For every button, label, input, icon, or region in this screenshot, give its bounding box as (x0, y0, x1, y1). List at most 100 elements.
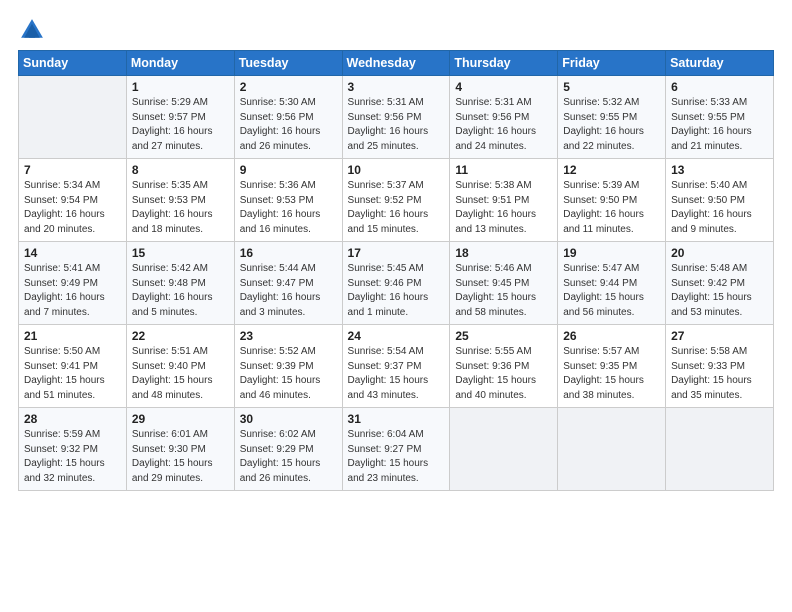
weekday-header: Tuesday (234, 51, 342, 76)
cell-text: Sunrise: 5:29 AM Sunset: 9:57 PM Dayligh… (132, 96, 230, 154)
calendar-cell (450, 408, 558, 491)
cell-text: Sunrise: 5:54 AM Sunset: 9:37 PM Dayligh… (348, 345, 446, 403)
day-number: 1 (132, 80, 230, 94)
cell-text: Sunrise: 5:31 AM Sunset: 9:56 PM Dayligh… (348, 96, 446, 154)
calendar-cell: 9Sunrise: 5:36 AM Sunset: 9:53 PM Daylig… (234, 159, 342, 242)
header (18, 16, 774, 44)
calendar-cell: 13Sunrise: 5:40 AM Sunset: 9:50 PM Dayli… (666, 159, 774, 242)
cell-text: Sunrise: 5:57 AM Sunset: 9:35 PM Dayligh… (563, 345, 661, 403)
day-number: 18 (455, 246, 553, 260)
day-number: 21 (24, 329, 122, 343)
calendar-cell: 5Sunrise: 5:32 AM Sunset: 9:55 PM Daylig… (558, 76, 666, 159)
day-number: 14 (24, 246, 122, 260)
cell-text: Sunrise: 5:50 AM Sunset: 9:41 PM Dayligh… (24, 345, 122, 403)
calendar-cell: 7 Sunrise: 5:34 AM Sunset: 9:54 PM Daylig… (19, 159, 127, 242)
calendar-week-row: 28 Sunrise: 5:59 AM Sunset: 9:32 PM Dayli… (19, 408, 774, 491)
calendar-week-row: 7 Sunrise: 5:34 AM Sunset: 9:54 PM Daylig… (19, 159, 774, 242)
cell-text: Sunrise: 5:34 AM Sunset: 9:54 PM Dayligh… (24, 179, 122, 237)
calendar-cell: 10 Sunrise: 5:37 AM Sunset: 9:52 PM Dayli… (342, 159, 450, 242)
calendar-cell: 20Sunrise: 5:48 AM Sunset: 9:42 PM Dayli… (666, 242, 774, 325)
cell-text: Sunrise: 5:51 AM Sunset: 9:40 PM Dayligh… (132, 345, 230, 403)
weekday-header: Friday (558, 51, 666, 76)
cell-text: Sunrise: 5:52 AM Sunset: 9:39 PM Dayligh… (240, 345, 338, 403)
logo (18, 16, 48, 44)
cell-text: Sunrise: 5:42 AM Sunset: 9:48 PM Dayligh… (132, 262, 230, 320)
day-number: 27 (671, 329, 769, 343)
calendar-cell: 18 Sunrise: 5:46 AM Sunset: 9:45 PM Dayli… (450, 242, 558, 325)
cell-text: Sunrise: 6:04 AM Sunset: 9:27 PM Dayligh… (348, 428, 446, 486)
day-number: 11 (455, 163, 553, 177)
day-number: 10 (348, 163, 446, 177)
calendar-week-row: 21 Sunrise: 5:50 AM Sunset: 9:41 PM Dayli… (19, 325, 774, 408)
weekday-header: Monday (126, 51, 234, 76)
day-number: 22 (132, 329, 230, 343)
day-number: 6 (671, 80, 769, 94)
day-number: 5 (563, 80, 661, 94)
day-number: 15 (132, 246, 230, 260)
calendar-body: 1 Sunrise: 5:29 AM Sunset: 9:57 PM Daylig… (19, 76, 774, 491)
day-number: 3 (348, 80, 446, 94)
cell-text: Sunrise: 5:48 AM Sunset: 9:42 PM Dayligh… (671, 262, 769, 320)
calendar-cell: 16 Sunrise: 5:44 AM Sunset: 9:47 PM Dayli… (234, 242, 342, 325)
calendar-cell: 28 Sunrise: 5:59 AM Sunset: 9:32 PM Dayli… (19, 408, 127, 491)
calendar-cell: 12 Sunrise: 5:39 AM Sunset: 9:50 PM Dayli… (558, 159, 666, 242)
weekday-header: Sunday (19, 51, 127, 76)
calendar-week-row: 14Sunrise: 5:41 AM Sunset: 9:49 PM Dayli… (19, 242, 774, 325)
day-number: 9 (240, 163, 338, 177)
cell-text: Sunrise: 5:47 AM Sunset: 9:44 PM Dayligh… (563, 262, 661, 320)
calendar-cell (19, 76, 127, 159)
day-number: 24 (348, 329, 446, 343)
day-number: 8 (132, 163, 230, 177)
calendar-cell: 3 Sunrise: 5:31 AM Sunset: 9:56 PM Daylig… (342, 76, 450, 159)
calendar-cell: 11 Sunrise: 5:38 AM Sunset: 9:51 PM Dayli… (450, 159, 558, 242)
calendar-cell (666, 408, 774, 491)
calendar-cell: 8 Sunrise: 5:35 AM Sunset: 9:53 PM Daylig… (126, 159, 234, 242)
calendar-week-row: 1 Sunrise: 5:29 AM Sunset: 9:57 PM Daylig… (19, 76, 774, 159)
logo-icon (18, 16, 46, 44)
day-number: 7 (24, 163, 122, 177)
calendar-cell: 4 Sunrise: 5:31 AM Sunset: 9:56 PM Daylig… (450, 76, 558, 159)
cell-text: Sunrise: 5:58 AM Sunset: 9:33 PM Dayligh… (671, 345, 769, 403)
calendar-cell: 2 Sunrise: 5:30 AM Sunset: 9:56 PM Daylig… (234, 76, 342, 159)
cell-text: Sunrise: 5:35 AM Sunset: 9:53 PM Dayligh… (132, 179, 230, 237)
calendar-cell: 6Sunrise: 5:33 AM Sunset: 9:55 PM Daylig… (666, 76, 774, 159)
calendar-cell: 26 Sunrise: 5:57 AM Sunset: 9:35 PM Dayli… (558, 325, 666, 408)
day-number: 16 (240, 246, 338, 260)
day-number: 2 (240, 80, 338, 94)
cell-text: Sunrise: 5:44 AM Sunset: 9:47 PM Dayligh… (240, 262, 338, 320)
day-number: 13 (671, 163, 769, 177)
cell-text: Sunrise: 5:59 AM Sunset: 9:32 PM Dayligh… (24, 428, 122, 486)
cell-text: Sunrise: 5:45 AM Sunset: 9:46 PM Dayligh… (348, 262, 446, 320)
calendar-cell: 31 Sunrise: 6:04 AM Sunset: 9:27 PM Dayli… (342, 408, 450, 491)
day-number: 28 (24, 412, 122, 426)
cell-text: Sunrise: 5:30 AM Sunset: 9:56 PM Dayligh… (240, 96, 338, 154)
day-number: 12 (563, 163, 661, 177)
cell-text: Sunrise: 5:31 AM Sunset: 9:56 PM Dayligh… (455, 96, 553, 154)
calendar-cell: 27 Sunrise: 5:58 AM Sunset: 9:33 PM Dayli… (666, 325, 774, 408)
day-number: 26 (563, 329, 661, 343)
calendar-cell (558, 408, 666, 491)
calendar-cell: 21 Sunrise: 5:50 AM Sunset: 9:41 PM Dayli… (19, 325, 127, 408)
day-number: 19 (563, 246, 661, 260)
cell-text: Sunrise: 5:38 AM Sunset: 9:51 PM Dayligh… (455, 179, 553, 237)
day-number: 4 (455, 80, 553, 94)
cell-text: Sunrise: 5:39 AM Sunset: 9:50 PM Dayligh… (563, 179, 661, 237)
calendar-header-row: SundayMondayTuesdayWednesdayThursdayFrid… (19, 51, 774, 76)
calendar-cell: 17Sunrise: 5:45 AM Sunset: 9:46 PM Dayli… (342, 242, 450, 325)
calendar-cell: 1 Sunrise: 5:29 AM Sunset: 9:57 PM Daylig… (126, 76, 234, 159)
cell-text: Sunrise: 5:46 AM Sunset: 9:45 PM Dayligh… (455, 262, 553, 320)
page: SundayMondayTuesdayWednesdayThursdayFrid… (0, 0, 792, 501)
calendar-cell: 22 Sunrise: 5:51 AM Sunset: 9:40 PM Dayli… (126, 325, 234, 408)
weekday-header: Wednesday (342, 51, 450, 76)
calendar-cell: 19 Sunrise: 5:47 AM Sunset: 9:44 PM Dayli… (558, 242, 666, 325)
day-number: 31 (348, 412, 446, 426)
day-number: 25 (455, 329, 553, 343)
day-number: 29 (132, 412, 230, 426)
weekday-header: Saturday (666, 51, 774, 76)
calendar-cell: 25 Sunrise: 5:55 AM Sunset: 9:36 PM Dayli… (450, 325, 558, 408)
cell-text: Sunrise: 5:37 AM Sunset: 9:52 PM Dayligh… (348, 179, 446, 237)
calendar-cell: 30Sunrise: 6:02 AM Sunset: 9:29 PM Dayli… (234, 408, 342, 491)
day-number: 30 (240, 412, 338, 426)
cell-text: Sunrise: 5:55 AM Sunset: 9:36 PM Dayligh… (455, 345, 553, 403)
calendar-cell: 24 Sunrise: 5:54 AM Sunset: 9:37 PM Dayli… (342, 325, 450, 408)
